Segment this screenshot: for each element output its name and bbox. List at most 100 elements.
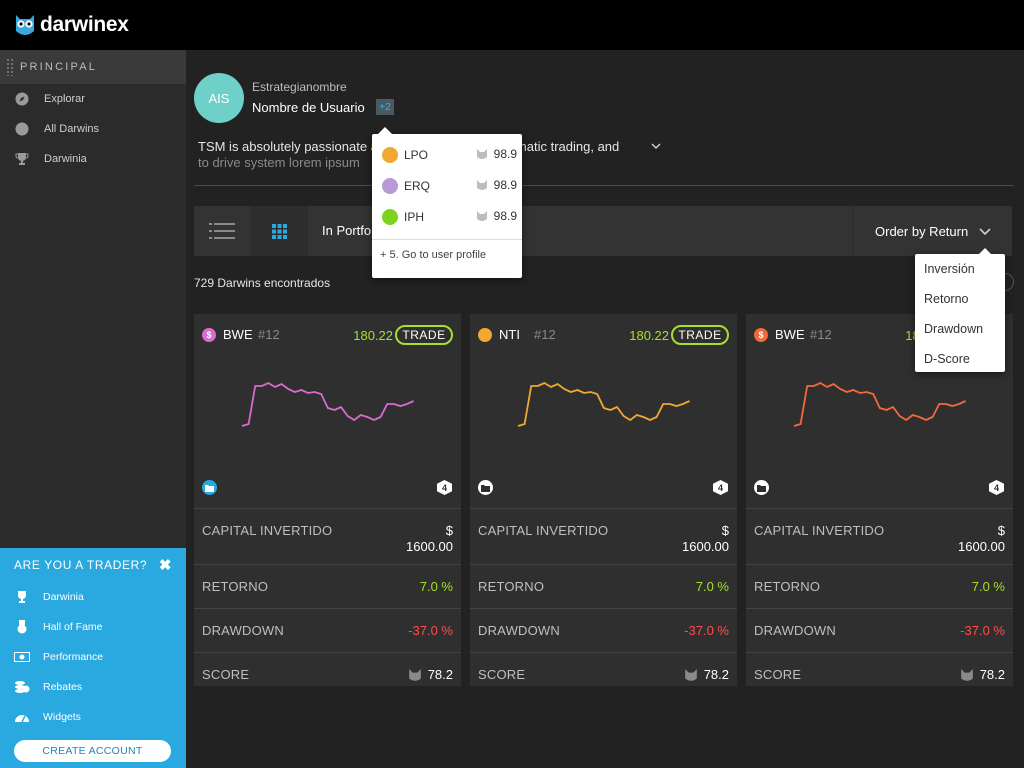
score-value: 78.2 bbox=[703, 667, 729, 682]
darwin-name[interactable]: BWE bbox=[223, 327, 253, 342]
popup-item-lpo[interactable]: LPO 98.9 bbox=[372, 139, 522, 170]
trade-button[interactable]: TRADE bbox=[671, 325, 729, 345]
drawdown-value: -37.0 % bbox=[960, 623, 1005, 638]
sidebar-item-label: Darwinia bbox=[44, 153, 87, 165]
retorno-value: 7.0 % bbox=[971, 579, 1005, 594]
close-icon[interactable]: ✖ bbox=[159, 556, 172, 574]
promo-header: ARE YOU A TRADER? ✖ bbox=[0, 548, 186, 582]
promo-item-rebates[interactable]: Rebates bbox=[0, 672, 186, 702]
grid-view-button[interactable] bbox=[250, 206, 308, 256]
gauge-icon bbox=[14, 710, 30, 724]
hexagon-badge-icon: 4 bbox=[989, 480, 1004, 495]
folder-icon[interactable] bbox=[754, 480, 769, 495]
avatar[interactable]: AIS bbox=[194, 73, 244, 123]
medal-icon bbox=[14, 620, 30, 634]
score-value: 78.2 bbox=[979, 667, 1005, 682]
drawdown-row: DRAWDOWN -37.0 % bbox=[746, 608, 1013, 652]
list-icon bbox=[209, 223, 235, 239]
cat-icon bbox=[477, 211, 487, 221]
chevron-down-icon[interactable] bbox=[650, 140, 662, 152]
darwin-dot bbox=[382, 177, 398, 194]
popup-item-name: IPH bbox=[404, 209, 425, 224]
darwin-rank: #12 bbox=[810, 327, 832, 342]
darwin-name[interactable]: BWE bbox=[775, 327, 805, 342]
popup-item-name: LPO bbox=[404, 147, 429, 162]
brand-name[interactable]: darwinex bbox=[40, 13, 129, 37]
sidebar-section-label: PRINCIPAL bbox=[20, 61, 98, 73]
trophy-icon bbox=[14, 590, 30, 604]
sparkline-series bbox=[517, 381, 690, 427]
sidebar-item-explorar[interactable]: Explorar bbox=[0, 84, 186, 114]
cat-icon bbox=[477, 149, 487, 159]
popup-item-score: 98.9 bbox=[493, 147, 517, 161]
promo-item-darwinia[interactable]: Darwinia bbox=[0, 582, 186, 612]
hexagon-badge-icon: 4 bbox=[437, 480, 452, 495]
score-label: SCORE bbox=[754, 667, 802, 682]
popup-item-iph[interactable]: IPH 98.9 bbox=[372, 201, 522, 232]
more-portfolio-badge[interactable]: +2 bbox=[376, 99, 394, 115]
grid-icon bbox=[271, 223, 287, 239]
order-option-inversion[interactable]: Inversión bbox=[915, 254, 1005, 284]
capital-value: 1600.00 bbox=[958, 539, 1005, 554]
darwin-card[interactable]: $ BWE #12 180.22 TRADE 4 CAPITAL INVERTI… bbox=[194, 314, 461, 686]
darwin-dot bbox=[382, 146, 398, 163]
hexagon-badge-icon: 4 bbox=[713, 480, 728, 495]
score-value: 78.2 bbox=[427, 667, 453, 682]
darwin-dot bbox=[382, 208, 398, 225]
order-select-label: Order by Return bbox=[875, 223, 969, 239]
sidebar-item-label: Explorar bbox=[44, 93, 85, 105]
retorno-row: RETORNO 7.0 % bbox=[746, 564, 1013, 608]
sidebar-section-principal[interactable]: PRINCIPAL bbox=[0, 50, 186, 84]
card-header: NTI #12 180.22 TRADE 4 bbox=[470, 314, 737, 508]
order-option-dscore[interactable]: D-Score bbox=[915, 344, 1005, 374]
owl-logo-icon[interactable] bbox=[14, 13, 36, 37]
cat-icon bbox=[684, 668, 697, 681]
capital-row: CAPITAL INVERTIDO $ 1600.00 bbox=[194, 508, 461, 564]
toolbar: In Portfolio Order by Return bbox=[194, 206, 1012, 256]
user-profile-link[interactable]: + 5. Go to user profile bbox=[372, 240, 522, 261]
score-label: SCORE bbox=[478, 667, 526, 682]
capital-label: CAPITAL INVERTIDO bbox=[754, 523, 885, 538]
darwin-rank: #12 bbox=[534, 327, 556, 342]
user-name[interactable]: Nombre de Usuario bbox=[252, 100, 365, 115]
folder-icon[interactable] bbox=[202, 480, 217, 495]
drag-handle-icon[interactable] bbox=[6, 58, 14, 76]
capital-row: CAPITAL INVERTIDO $ 1600.00 bbox=[746, 508, 1013, 564]
folder-icon[interactable] bbox=[478, 480, 493, 495]
currency-symbol: $ bbox=[445, 523, 453, 538]
cat-icon bbox=[477, 180, 487, 190]
promo-title: ARE YOU A TRADER? bbox=[14, 558, 148, 572]
trader-promo-panel: ARE YOU A TRADER? ✖ Darwinia Hall of Fam… bbox=[0, 548, 186, 768]
sidebar-item-all-darwins[interactable]: All Darwins bbox=[0, 114, 186, 144]
capital-label: CAPITAL INVERTIDO bbox=[202, 523, 333, 538]
popup-item-erq[interactable]: ERQ 98.9 bbox=[372, 170, 522, 201]
capital-value: 1600.00 bbox=[406, 539, 453, 554]
currency-symbol: $ bbox=[721, 523, 729, 538]
popup-item-score: 98.9 bbox=[493, 178, 517, 192]
score-label: SCORE bbox=[202, 667, 250, 682]
order-option-retorno[interactable]: Retorno bbox=[915, 284, 1005, 314]
popup-item-score: 98.9 bbox=[493, 209, 517, 223]
order-option-drawdown[interactable]: Drawdown bbox=[915, 314, 1005, 344]
money-icon bbox=[14, 650, 30, 664]
promo-item-label: Rebates bbox=[43, 681, 83, 693]
coin-icon: $ bbox=[754, 328, 768, 342]
capital-label: CAPITAL INVERTIDO bbox=[478, 523, 609, 538]
cat-icon bbox=[960, 668, 973, 681]
promo-item-widgets[interactable]: Widgets bbox=[0, 702, 186, 732]
list-view-button[interactable] bbox=[194, 206, 250, 256]
sidebar-item-darwinia[interactable]: Darwinia bbox=[0, 144, 186, 174]
darwin-quote: 180.22 bbox=[629, 328, 669, 343]
score-row: SCORE 78.2 bbox=[470, 652, 737, 696]
darwin-card[interactable]: NTI #12 180.22 TRADE 4 CAPITAL INVERTIDO… bbox=[470, 314, 737, 686]
currency-symbol: $ bbox=[997, 523, 1005, 538]
promo-item-hall-of-fame[interactable]: Hall of Fame bbox=[0, 612, 186, 642]
trade-button[interactable]: TRADE bbox=[395, 325, 453, 345]
retorno-value: 7.0 % bbox=[695, 579, 729, 594]
darwin-name[interactable]: NTI bbox=[499, 327, 520, 342]
drawdown-value: -37.0 % bbox=[408, 623, 453, 638]
coin-icon: $ bbox=[202, 328, 216, 342]
create-account-button[interactable]: CREATE ACCOUNT bbox=[14, 740, 171, 762]
promo-item-performance[interactable]: Performance bbox=[0, 642, 186, 672]
promo-item-label: Performance bbox=[43, 651, 104, 663]
